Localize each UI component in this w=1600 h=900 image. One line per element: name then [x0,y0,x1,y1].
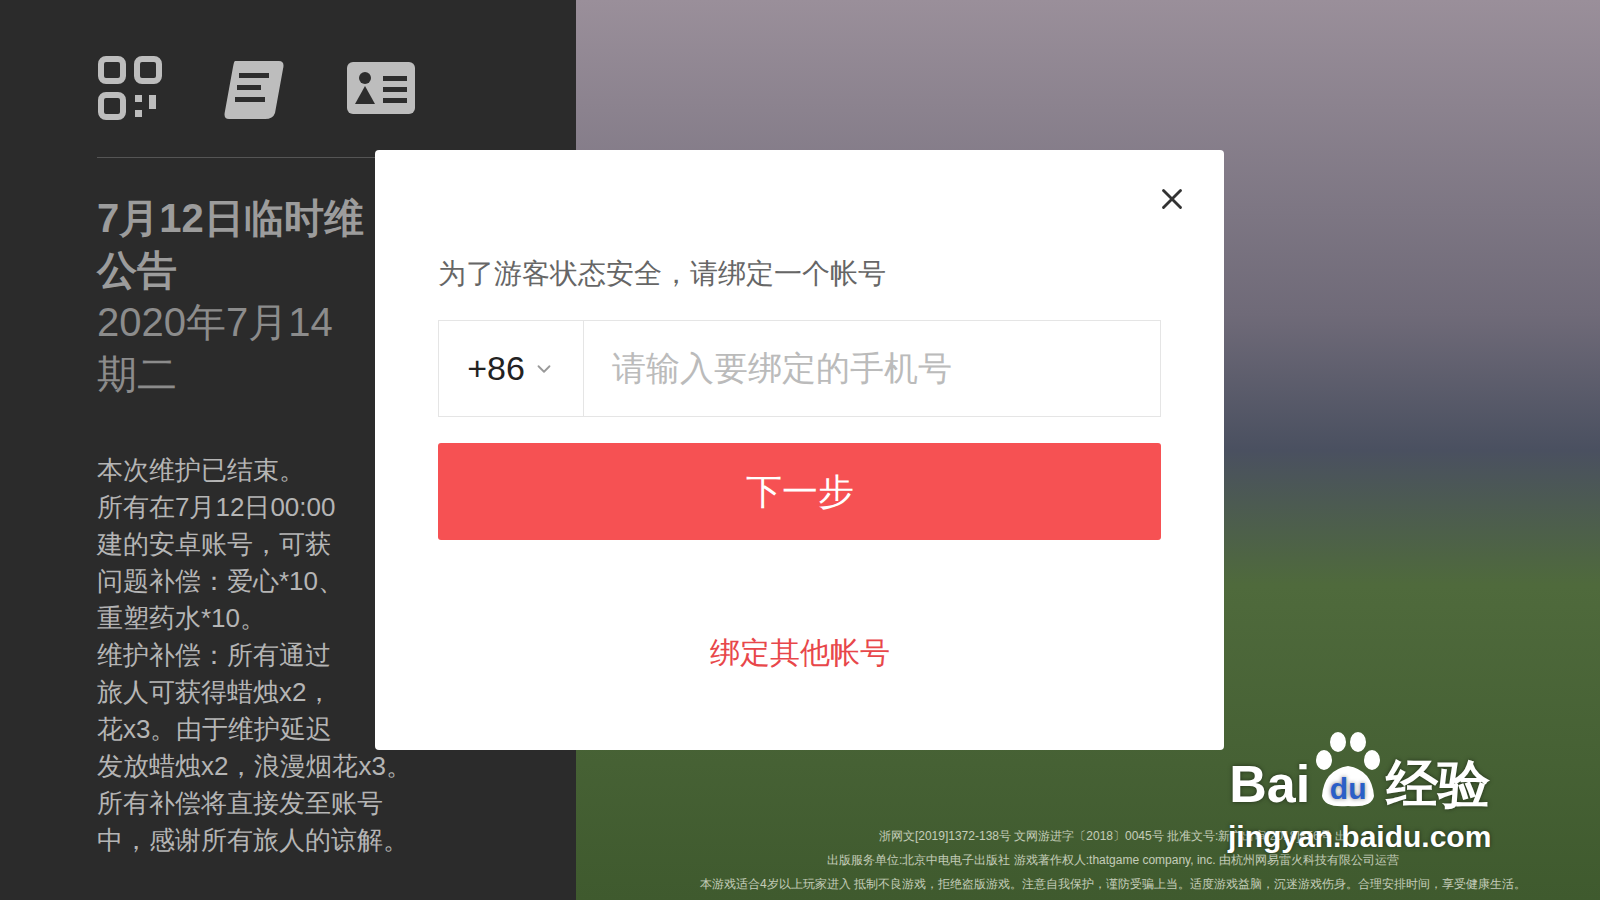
body-line: 发放蜡烛x2，浪漫烟花x3。 [97,748,576,785]
other-account-link[interactable]: 绑定其他帐号 [710,630,890,675]
paw-label: du [1330,774,1367,804]
scroll-icon[interactable] [221,55,287,121]
next-button[interactable]: 下一步 [438,443,1161,540]
paw-logo: du [1310,730,1386,810]
body-line: 中，感谢所有旅人的谅解。 [97,822,576,859]
legal-line: 本游戏适合4岁以上玩家进入 抵制不良游戏，拒绝盗版游戏。注意自我保护，谨防受骗上… [700,872,1526,896]
game-screen: 7月12日临时维公告2020年7月14期二本次维护已结束。所有在7月12日00:… [0,0,1600,900]
baidu-watermark: Baidu 经验jingyan.baidu.com [1228,730,1491,859]
chevron-down-icon [533,358,555,380]
phone-input-row: +86 请输入要绑定的手机号 [438,320,1161,417]
panel-tabs [97,55,576,121]
dialog-prompt: 为了游客状态安全，请绑定一个帐号 [438,254,1161,294]
watermark-brand: Baidu 经验 [1229,730,1490,810]
id-card-icon[interactable] [345,60,417,116]
close-icon[interactable] [1155,182,1189,216]
phone-input[interactable]: 请输入要绑定的手机号 [584,321,1160,416]
dialog-header [438,150,1189,216]
brand-left: Bai [1229,758,1310,810]
country-code-select[interactable]: +86 [439,321,584,416]
qr-code-icon[interactable] [97,55,163,121]
watermark-url: jingyan.baidu.com [1228,814,1491,859]
brand-right: 经验 [1386,758,1490,810]
bind-account-dialog: 为了游客状态安全，请绑定一个帐号 +86 请输入要绑定的手机号下一步绑定其他帐号 [375,150,1224,750]
country-code: +86 [467,343,525,394]
body-line: 所有补偿将直接发至账号 [97,785,576,822]
